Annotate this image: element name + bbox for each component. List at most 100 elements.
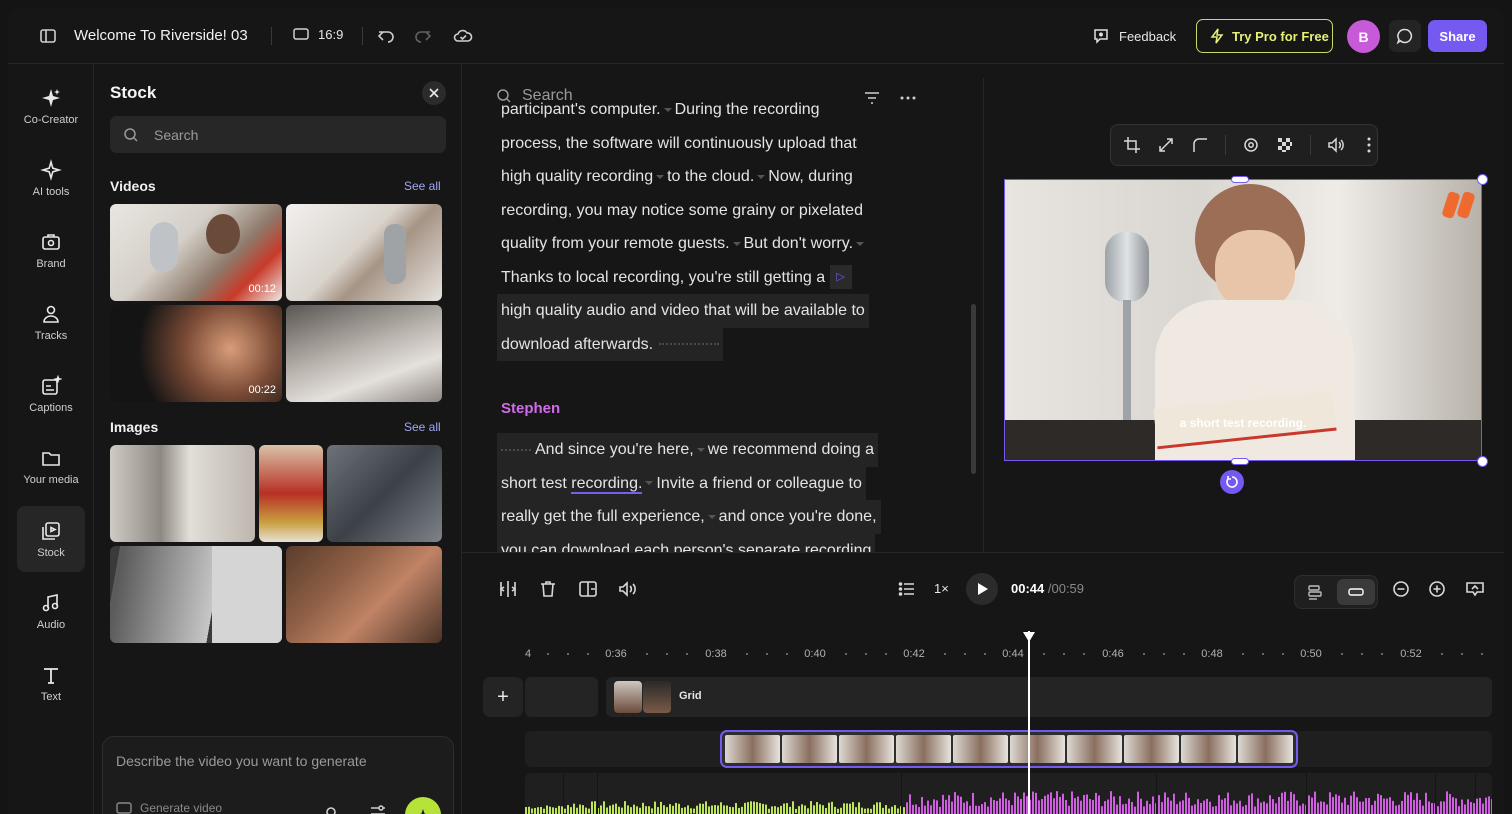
close-icon[interactable] — [422, 81, 446, 105]
images-see-all-link[interactable]: See all — [404, 420, 441, 434]
zoom-in-icon[interactable] — [1426, 578, 1448, 600]
waveform-bar — [525, 807, 527, 814]
crop-icon[interactable] — [1123, 135, 1141, 155]
share-button[interactable]: Share — [1428, 20, 1487, 52]
riverside-editor: Welcome To Riverside! 03 16:9 Feedback T… — [8, 8, 1504, 814]
rail-item-tracks[interactable]: Tracks — [17, 289, 85, 355]
zoom-out-icon[interactable] — [1390, 578, 1412, 600]
rail-item-brand[interactable]: Brand — [17, 217, 85, 283]
waveform-bar — [1041, 799, 1043, 814]
undo-icon[interactable] — [376, 26, 396, 46]
stock-image-thumbnail[interactable] — [110, 546, 282, 643]
speaker-name[interactable]: Stephen — [501, 400, 560, 417]
add-track-button[interactable]: + — [483, 677, 523, 717]
rail-item-captions[interactable]: Captions — [17, 361, 85, 427]
resize-handle-corner[interactable] — [1477, 456, 1488, 467]
ai-tools-icon — [40, 158, 62, 181]
stock-video-thumbnail[interactable] — [286, 305, 442, 402]
video-caption[interactable]: a short test recording. — [1005, 416, 1481, 430]
timeline-ruler[interactable]: 4 0:36 0:38 0:40 0:42 0:44 0:46 0:48 0:5… — [525, 643, 1493, 663]
resize-handle-top[interactable] — [1231, 176, 1249, 183]
layout-track-segment[interactable] — [525, 677, 598, 717]
rail-item-co-creator[interactable]: Co-Creator — [17, 73, 85, 139]
waveform-bar — [1197, 799, 1199, 814]
playhead-handle-icon[interactable] — [1022, 631, 1036, 643]
comments-icon[interactable] — [1389, 20, 1421, 52]
waveform-bar — [816, 802, 818, 814]
waveform-bar — [585, 807, 587, 814]
transparency-icon[interactable] — [1276, 135, 1294, 155]
stock-video-thumbnail[interactable] — [286, 204, 442, 301]
playhead[interactable] — [1028, 631, 1030, 814]
project-title[interactable]: Welcome To Riverside! 03 — [74, 27, 248, 44]
audio-track[interactable] — [525, 773, 1492, 814]
volume-icon[interactable] — [617, 578, 639, 600]
add-layout-icon[interactable] — [577, 578, 599, 600]
video-canvas[interactable]: a short test recording. — [1004, 179, 1482, 461]
stacked-view-icon[interactable] — [1305, 583, 1325, 603]
pause-marker-icon — [732, 241, 741, 246]
split-icon[interactable] — [497, 578, 519, 600]
waveform-bar — [996, 800, 998, 814]
rail-item-your-media[interactable]: Your media — [17, 433, 85, 499]
expand-icon[interactable] — [1157, 135, 1175, 155]
generate-send-icon[interactable] — [405, 797, 441, 814]
link-icon[interactable] — [1242, 135, 1260, 155]
waveform-bar — [780, 805, 782, 814]
stock-image-thumbnail[interactable] — [110, 445, 255, 542]
compact-view-icon[interactable] — [1337, 579, 1375, 605]
user-avatar[interactable]: B — [1347, 20, 1380, 53]
cloud-sync-icon[interactable] — [452, 25, 474, 47]
waveform-bar — [1050, 792, 1052, 814]
redo-icon[interactable] — [413, 26, 433, 46]
aspect-ratio-button[interactable]: 16:9 — [292, 26, 343, 42]
videos-see-all-link[interactable]: See all — [404, 179, 441, 193]
waveform-bar — [1479, 797, 1481, 814]
stock-video-thumbnail[interactable]: 00:12 — [110, 204, 282, 301]
corner-radius-icon[interactable] — [1191, 135, 1209, 155]
captions-toggle-icon[interactable] — [1464, 578, 1486, 600]
chapters-list-icon[interactable] — [896, 578, 918, 600]
stock-video-thumbnail[interactable]: 00:22 — [110, 305, 282, 402]
waveform-bar — [1467, 799, 1469, 814]
delete-icon[interactable] — [537, 578, 559, 600]
waveform-bar — [570, 807, 572, 814]
generate-video-option[interactable]: Generate video — [116, 801, 222, 814]
waveform-bar — [720, 802, 722, 814]
stock-search-input[interactable]: Search — [110, 116, 446, 153]
attach-icon[interactable] — [323, 803, 339, 814]
rail-item-text[interactable]: Text — [17, 650, 85, 716]
playback-speed-button[interactable]: 1× — [934, 581, 949, 596]
generate-video-box[interactable]: Describe the video you want to generate … — [102, 736, 454, 814]
try-pro-button[interactable]: Try Pro for Free — [1196, 19, 1333, 53]
stock-image-thumbnail[interactable] — [259, 445, 323, 542]
rotate-icon[interactable] — [1220, 470, 1244, 494]
waveform-bar — [1410, 792, 1412, 814]
waveform-bar — [858, 802, 860, 814]
rail-item-stock[interactable]: Stock — [17, 506, 85, 572]
layout-track-segment[interactable]: Grid — [606, 677, 1492, 717]
volume-icon[interactable] — [1327, 135, 1345, 155]
stock-image-thumbnail[interactable] — [327, 445, 442, 542]
feedback-button[interactable]: Feedback — [1092, 25, 1176, 47]
transcript-text[interactable]: And since you're here, we recommend doing… — [497, 433, 931, 552]
waveform-bar — [1308, 795, 1310, 814]
play-icon[interactable] — [966, 573, 998, 605]
clip-frame — [725, 735, 780, 763]
kebab-menu-icon[interactable] — [1361, 135, 1377, 155]
transcript-text[interactable]: participant's computer. During the record… — [497, 101, 931, 361]
stock-image-thumbnail[interactable] — [286, 546, 442, 643]
resize-handle-bottom[interactable] — [1231, 458, 1249, 465]
rail-item-audio[interactable]: Audio — [17, 578, 85, 644]
search-placeholder: Search — [154, 126, 199, 143]
waveform-bar — [1149, 804, 1151, 814]
waveform-bar — [1458, 806, 1460, 814]
resize-handle-corner[interactable] — [1477, 174, 1488, 185]
transcript-scrollbar[interactable] — [971, 304, 976, 474]
rail-item-ai-tools[interactable]: AI tools — [17, 145, 85, 211]
settings-sliders-icon[interactable] — [369, 803, 387, 814]
waveform-bar — [1302, 803, 1304, 814]
video-clip[interactable] — [720, 730, 1298, 768]
waveform-bar — [645, 806, 647, 814]
sidebar-toggle-icon[interactable] — [38, 26, 58, 46]
